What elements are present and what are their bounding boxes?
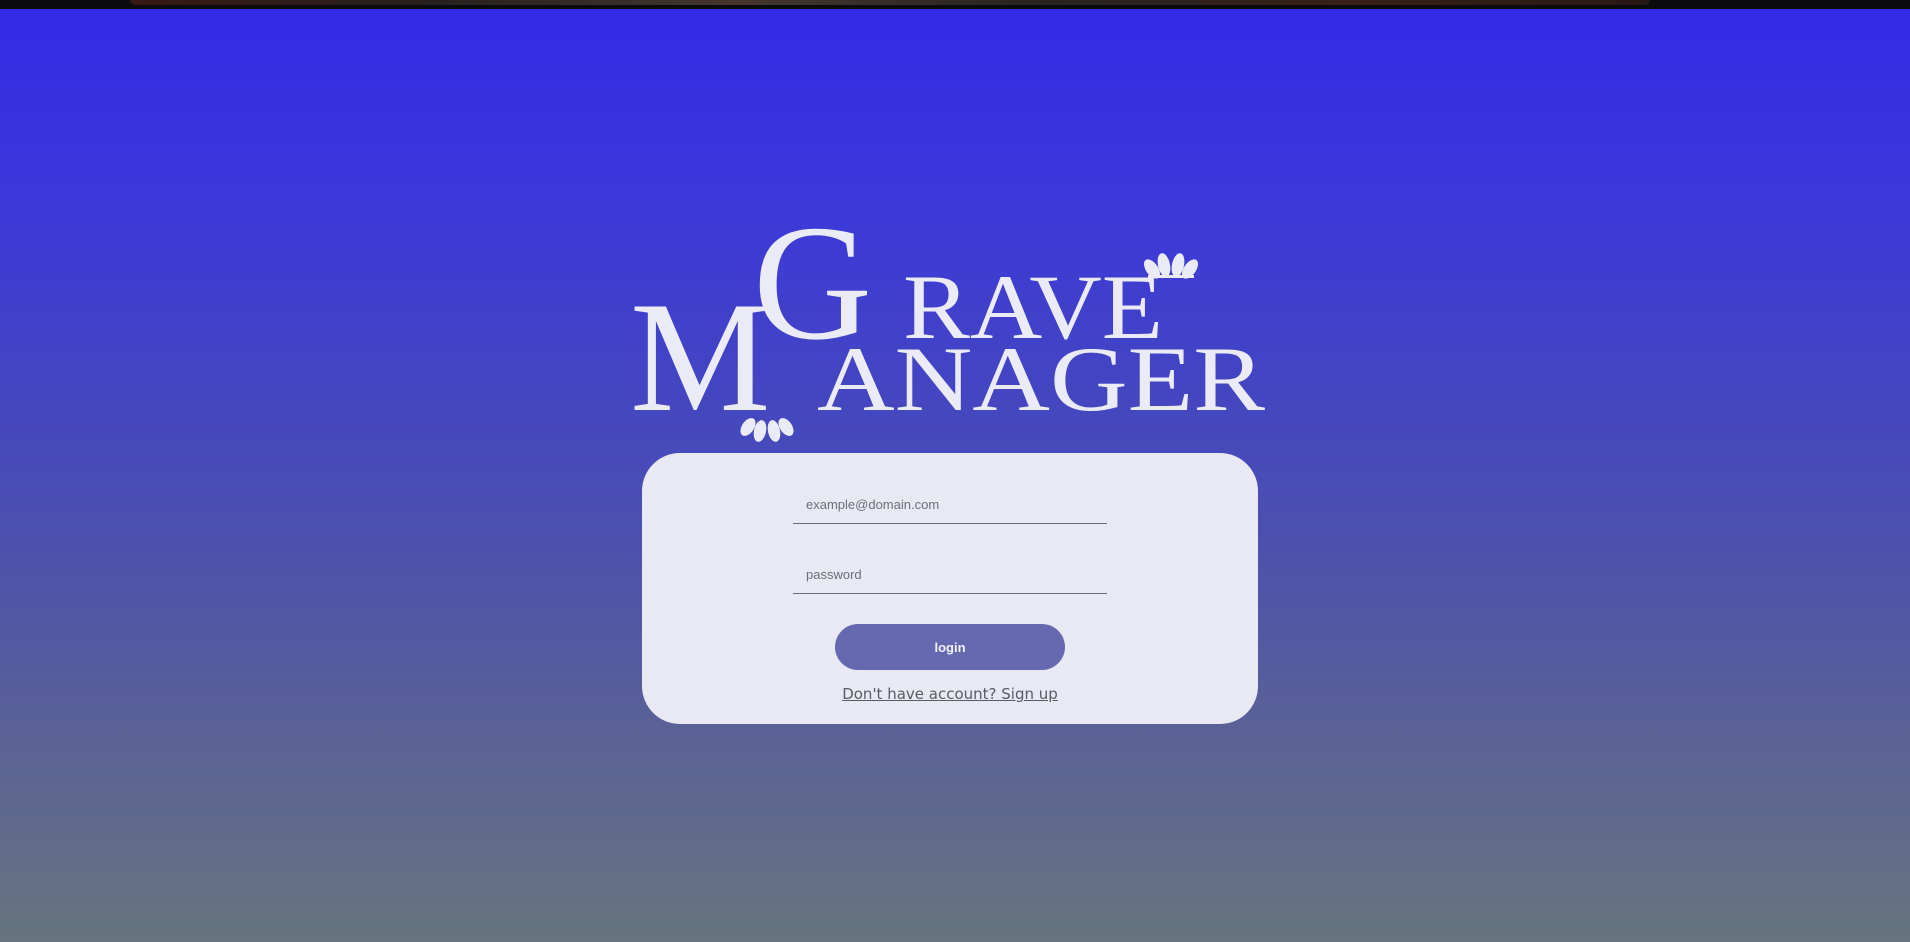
top-banner-strip	[130, 0, 1650, 5]
email-field-wrapper	[793, 485, 1107, 524]
email-input[interactable]	[793, 485, 1107, 523]
password-field-wrapper	[793, 555, 1107, 594]
top-bar	[0, 0, 1910, 9]
password-input[interactable]	[793, 555, 1107, 593]
login-card: login Don't have account? Sign up	[642, 453, 1258, 724]
logo-graphic: G RAVE M ANAGER	[630, 191, 1266, 445]
signup-link[interactable]: Don't have account? Sign up	[642, 685, 1258, 703]
grave-manager-logo: G RAVE M ANAGER	[620, 191, 1280, 445]
login-button[interactable]: login	[835, 624, 1065, 670]
logo-word-anager: ANAGER	[817, 328, 1266, 430]
